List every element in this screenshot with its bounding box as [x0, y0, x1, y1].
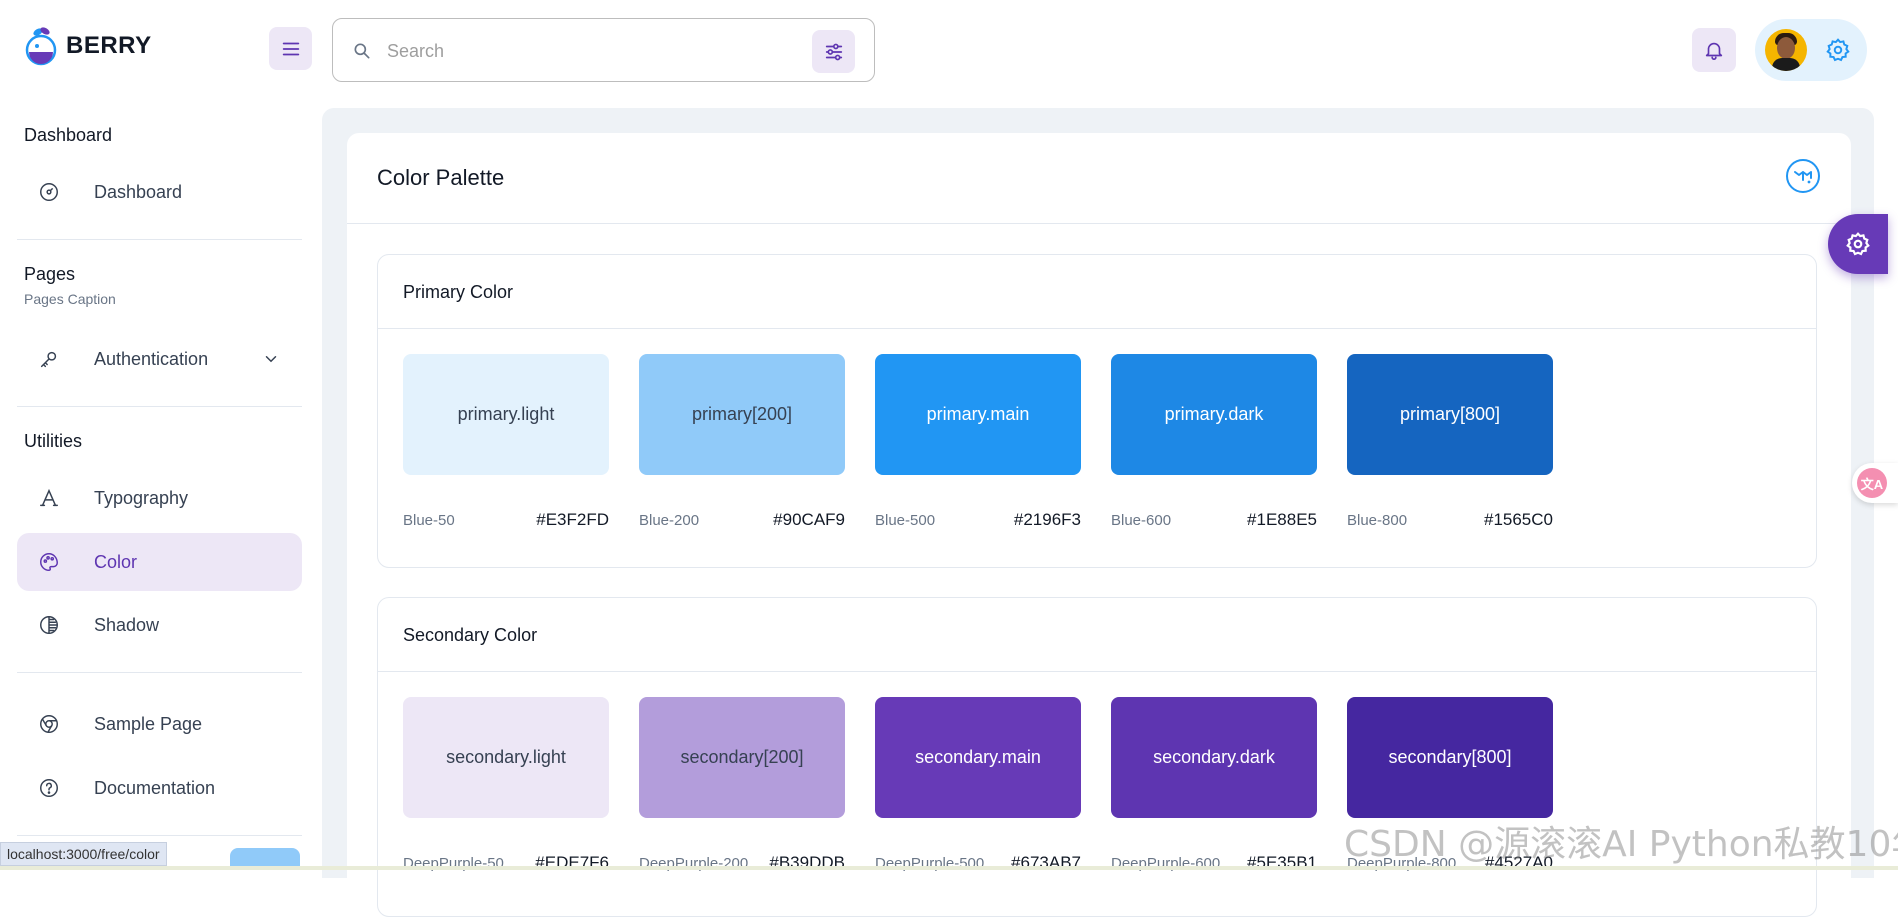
- color-swatch: primary[200]: [639, 354, 845, 475]
- nav-group-caption-pages: Pages Caption: [24, 291, 116, 307]
- swatch-hex-value: #1E88E5: [1247, 510, 1317, 529]
- sidebar-item-authentication[interactable]: Authentication: [17, 330, 302, 388]
- avatar: [1765, 29, 1807, 71]
- gear-icon: [1826, 38, 1850, 62]
- dashboard-icon: [37, 180, 61, 204]
- section-divider: [378, 328, 1816, 329]
- color-swatch: secondary.light: [403, 697, 609, 818]
- translate-icon: 文A: [1857, 468, 1887, 498]
- sidebar-item-label: Shadow: [94, 614, 160, 635]
- notifications-button[interactable]: [1692, 28, 1736, 72]
- brand-chrome-icon: [37, 712, 61, 736]
- sidebar-item-shadow[interactable]: Shadow: [17, 596, 302, 654]
- adjustments-icon: [825, 43, 842, 60]
- nav-group-title-dashboard: Dashboard: [24, 125, 113, 145]
- swatch-hex-value: #2196F3: [1013, 510, 1081, 529]
- search-filter-button[interactable]: [812, 30, 855, 73]
- chevron-down-icon: [265, 356, 277, 363]
- berry-logo[interactable]: BERRY: [24, 26, 152, 66]
- sidebar-item-sample-page[interactable]: Sample Page: [17, 695, 302, 753]
- swatch-color-name: Blue-600: [1111, 512, 1172, 529]
- sidebar-divider: [17, 406, 302, 407]
- swatch-hex-value: #B39DDB: [769, 853, 845, 872]
- app-header: BERRY: [0, 0, 1898, 100]
- primary-color-section: Primary Color primary.light Blue-50 #E3F2F…: [377, 254, 1817, 568]
- swatch-hex-value: #1565C0: [1483, 510, 1553, 529]
- swatch-hex-value: #E3F2FD: [536, 510, 609, 529]
- translate-badge[interactable]: 文A: [1852, 463, 1898, 503]
- customize-settings-button[interactable]: [1828, 214, 1888, 274]
- sidebar-divider: [17, 672, 302, 673]
- nav-group-title-pages: Pages: [24, 264, 76, 284]
- search-icon: [354, 43, 370, 59]
- help-icon: [37, 776, 61, 800]
- menu-icon: [282, 42, 299, 55]
- profile-menu-button[interactable]: [1755, 19, 1867, 81]
- sidebar-item-dashboard[interactable]: Dashboard: [17, 163, 302, 221]
- sidebar-item-label: Color: [94, 551, 138, 572]
- typography-icon: [37, 486, 61, 510]
- swatch-color-name: Blue-50: [403, 512, 455, 529]
- mui-docs-link-icon[interactable]: [1785, 158, 1821, 194]
- page-title: Color Palette: [377, 165, 505, 190]
- berry-logo-icon: [25, 27, 57, 66]
- swatch-hex-value: #90CAF9: [773, 510, 845, 529]
- sidebar-item-label: Dashboard: [94, 181, 183, 202]
- swatch-color-name: Blue-200: [639, 512, 700, 529]
- sidebar-item-label: Typography: [94, 487, 189, 508]
- nav-group-title-utilities: Utilities: [24, 431, 83, 451]
- sidebar-item-color[interactable]: Color: [17, 533, 302, 591]
- shadow-icon: [37, 613, 61, 637]
- search-bar: [332, 18, 875, 82]
- sidebar-item-documentation[interactable]: Documentation: [17, 759, 302, 817]
- swatch-color-name: Blue-800: [1347, 512, 1408, 529]
- app-name: BERRY: [66, 32, 152, 59]
- color-swatch: primary.dark: [1111, 354, 1317, 475]
- key-icon: [37, 347, 61, 371]
- sidebar-divider: [17, 239, 302, 240]
- color-swatch: secondary[200]: [639, 697, 845, 818]
- swatch-color-name: Blue-500: [875, 512, 936, 529]
- sidebar-item-label: Documentation: [94, 777, 216, 798]
- section-title: Secondary Color: [403, 625, 538, 645]
- bell-icon: [1705, 42, 1723, 60]
- color-swatch: secondary.dark: [1111, 697, 1317, 818]
- section-divider: [378, 671, 1816, 672]
- color-palette-card: Color Palette Primary Color primary.ligh…: [347, 133, 1851, 917]
- swatch-hex-value: #EDE7F6: [535, 853, 609, 872]
- sidebar-item-label: Authentication: [94, 348, 209, 369]
- swatch-hex-value: #5E35B1: [1247, 853, 1317, 872]
- sidebar-item-label: Sample Page: [94, 713, 203, 734]
- color-swatch: secondary.main: [875, 697, 1081, 818]
- card-divider: [347, 223, 1851, 224]
- search-input[interactable]: [387, 29, 807, 73]
- watermark: CSDN @源滚滚AI Python私教10年: [1344, 824, 1898, 865]
- swatch-hex-value: #673AB7: [1011, 853, 1081, 872]
- color-swatch: primary.light: [403, 354, 609, 475]
- gear-icon: [1846, 232, 1870, 256]
- palette-icon: [37, 550, 61, 574]
- sidebar-item-typography[interactable]: Typography: [17, 469, 302, 527]
- color-swatch: primary.main: [875, 354, 1081, 475]
- color-swatch: secondary[800]: [1347, 697, 1553, 818]
- section-title: Primary Color: [403, 282, 514, 302]
- menu-toggle-button[interactable]: [269, 27, 312, 70]
- status-url: localhost:3000/free/color: [0, 842, 167, 866]
- sidebar-divider: [17, 835, 302, 836]
- bottom-edge: [0, 866, 1898, 870]
- sidebar: Dashboard Dashboard Pages Pages Caption …: [0, 100, 322, 870]
- color-swatch: primary[800]: [1347, 354, 1553, 475]
